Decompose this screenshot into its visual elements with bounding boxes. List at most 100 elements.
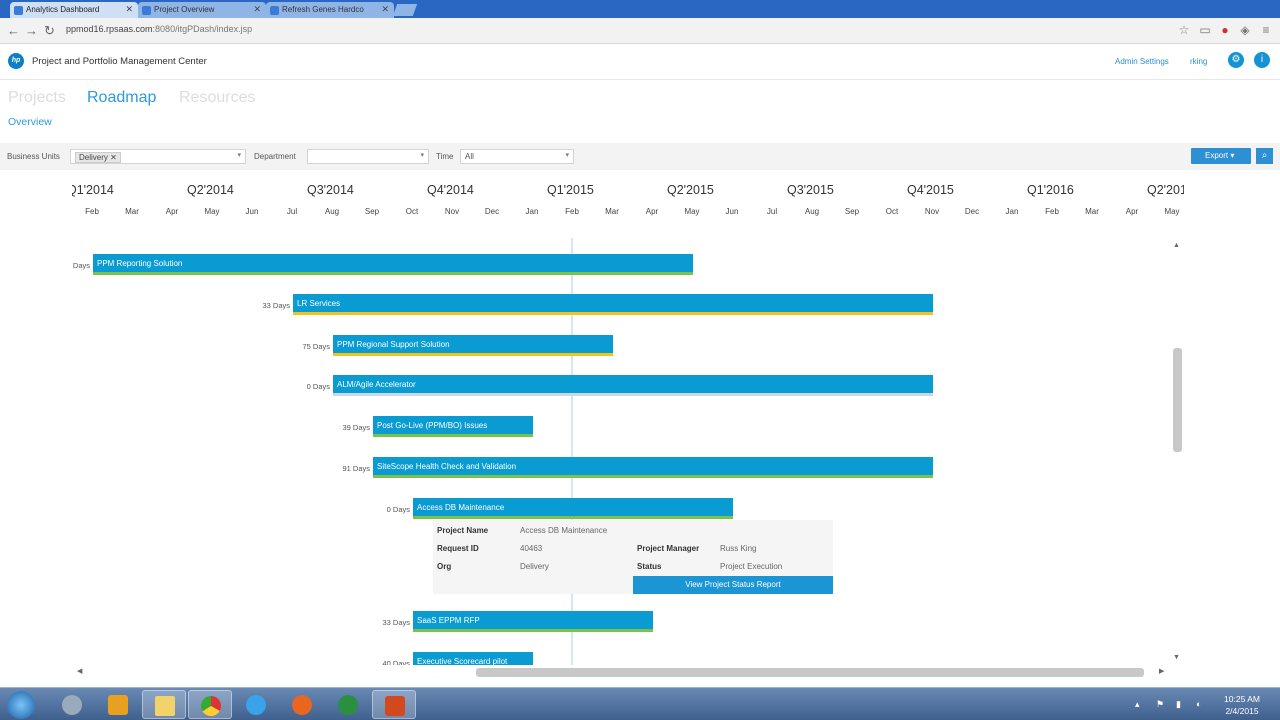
bookmark-star-icon[interactable]: ☆ (1177, 23, 1191, 37)
hp-logo: hp (8, 53, 24, 69)
detail-label: Project Manager (637, 544, 700, 553)
search-icon[interactable]: ⌕ (1256, 148, 1273, 164)
time-select[interactable]: All ▾ (460, 149, 574, 164)
reload-icon[interactable]: ↻ (44, 23, 55, 39)
project-bar[interactable]: ALM/Agile Accelerator (333, 375, 933, 396)
tray-flag-icon[interactable]: ⚑ (1156, 699, 1166, 709)
project-bar[interactable]: Access DB Maintenance (413, 498, 733, 519)
new-tab-button[interactable] (392, 4, 418, 16)
project-bar[interactable]: PPM Regional Support Solution (333, 335, 613, 356)
browser-tab[interactable]: Refresh Genes Hardco ✕ (266, 2, 394, 18)
clock-date: 2/4/2015 (1225, 706, 1259, 716)
vertical-scrollbar[interactable]: ▲ ▼ (1170, 240, 1184, 665)
horizontal-scrollbar[interactable]: ◀ ▶ (72, 665, 1170, 679)
tab-roadmap[interactable]: Roadmap (87, 89, 156, 107)
tab-resources[interactable]: Resources (179, 89, 255, 107)
timeline-month-label: Dec (964, 207, 980, 216)
taskbar-app-ie[interactable] (234, 690, 278, 719)
timeline-quarter-label: Q1'2015 (547, 183, 594, 197)
timeline-quarter-label: Q4'2014 (427, 183, 474, 197)
taskbar-app-firefox[interactable] (280, 690, 324, 719)
detail-label: Project Name (437, 526, 489, 535)
timeline-month-label: Nov (444, 207, 460, 216)
project-bar[interactable]: LR Services (293, 294, 933, 315)
close-icon[interactable]: ✕ (125, 4, 133, 15)
info-icon[interactable]: i (1254, 52, 1270, 68)
timeline-month-label: Aug (804, 207, 820, 216)
app-title: Project and Portfolio Management Center (32, 56, 207, 67)
chevron-down-icon: ▾ (565, 152, 569, 159)
chevron-down-icon: ▾ (420, 152, 424, 159)
timeline-month-label: Jul (286, 207, 298, 216)
timeline-month-label: May (684, 207, 700, 216)
gantt-chart: Project Name Access DB Maintenance Reque… (72, 238, 1184, 665)
scroll-down-icon[interactable]: ▼ (1173, 654, 1180, 661)
timeline-quarter-label: Q2'2015 (667, 183, 714, 197)
scroll-left-icon[interactable]: ◀ (77, 667, 82, 675)
back-icon[interactable]: ← (7, 23, 20, 38)
forward-icon[interactable]: → (25, 23, 38, 38)
user-link[interactable]: rking (1190, 57, 1207, 66)
taskbar-app-chrome[interactable] (188, 690, 232, 719)
taskbar: ▴ ⚑ ▮ ◐ 10:25 AM 2/4/2015 (0, 687, 1280, 720)
cast-icon[interactable]: ▭ (1198, 23, 1212, 37)
admin-settings-link[interactable]: Admin Settings (1115, 57, 1169, 66)
taskbar-app-explorer[interactable] (142, 690, 186, 719)
timeline-month-label: Jan (525, 207, 539, 216)
export-button[interactable]: Export ▾ (1191, 148, 1251, 164)
tab-favicon-icon (270, 6, 279, 15)
timeline-month-label: Aug (324, 207, 340, 216)
project-bar[interactable]: PPM Reporting Solution (93, 254, 693, 275)
taskbar-app-sync[interactable] (50, 690, 94, 719)
subnav-overview[interactable]: Overview (8, 116, 52, 128)
clock-time: 10:25 AM (1224, 694, 1260, 704)
detail-value: Project Execution (720, 562, 783, 571)
timeline-month-label: Nov (924, 207, 940, 216)
chevron-down-icon: ▾ (237, 152, 241, 159)
project-days-label: 75 Days (302, 342, 330, 351)
project-bar[interactable]: SaaS EPPM RFP (413, 611, 653, 632)
project-bar[interactable]: Post Go-Live (PPM/BO) Issues (373, 416, 533, 437)
browser-tab[interactable]: Analytics Dashboard ✕ (10, 2, 138, 18)
close-icon[interactable]: ✕ (381, 4, 389, 15)
filter-chip[interactable]: Delivery ✕ (75, 152, 121, 163)
url-field[interactable]: ppmod16.rpsaas.com:8080/itgPDash/index.j… (66, 24, 252, 34)
taskbar-clock[interactable]: 10:25 AM 2/4/2015 (1214, 693, 1270, 717)
department-select[interactable]: ▾ (307, 149, 429, 164)
close-icon[interactable]: ✕ (253, 4, 261, 15)
project-bar[interactable]: Executive Scorecard pilot (413, 652, 533, 665)
project-days-label: 0 Days (386, 505, 410, 514)
volume-icon[interactable]: ◐ (1196, 699, 1206, 709)
taskbar-app-globe[interactable] (326, 690, 370, 719)
detail-label: Request ID (437, 544, 479, 553)
extension-icon[interactable]: ● (1218, 23, 1232, 37)
gear-icon[interactable]: ⚙ (1228, 52, 1244, 68)
taskbar-app-powerpoint[interactable] (372, 690, 416, 719)
timeline-month-label: Mar (1085, 207, 1099, 216)
tab-projects[interactable]: Projects (8, 89, 66, 107)
tab-title: Project Overview (154, 5, 215, 14)
scroll-thumb[interactable] (1173, 348, 1182, 452)
scroll-right-icon[interactable]: ▶ (1159, 667, 1164, 675)
timeline-month-label: Mar (125, 207, 139, 216)
tab-favicon-icon (142, 6, 151, 15)
menu-icon[interactable]: ≡ (1259, 23, 1273, 37)
taskbar-app-outlook[interactable] (96, 690, 140, 719)
timeline-month-label: Jan (1005, 207, 1019, 216)
start-button[interactable] (7, 691, 35, 719)
network-icon[interactable]: ▮ (1176, 699, 1186, 709)
tray-arrow-icon[interactable]: ▴ (1135, 699, 1145, 709)
department-label: Department (254, 152, 296, 161)
project-bar[interactable]: SiteScope Health Check and Validation (373, 457, 933, 478)
timeline-quarter-label: Q4'2015 (907, 183, 954, 197)
timeline-month-label: May (204, 207, 220, 216)
business-units-select[interactable]: Delivery ✕ ▾ (70, 149, 246, 164)
pocket-icon[interactable]: ◈ (1238, 23, 1252, 37)
scroll-up-icon[interactable]: ▲ (1173, 242, 1180, 249)
timeline-month-label: Apr (1125, 207, 1139, 216)
timeline-month-label: Jul (766, 207, 778, 216)
timeline-month-label: Jun (245, 207, 259, 216)
browser-tab[interactable]: Project Overview ✕ (138, 2, 266, 18)
view-status-report-button[interactable]: View Project Status Report (633, 576, 833, 594)
scroll-thumb[interactable] (476, 668, 1144, 677)
